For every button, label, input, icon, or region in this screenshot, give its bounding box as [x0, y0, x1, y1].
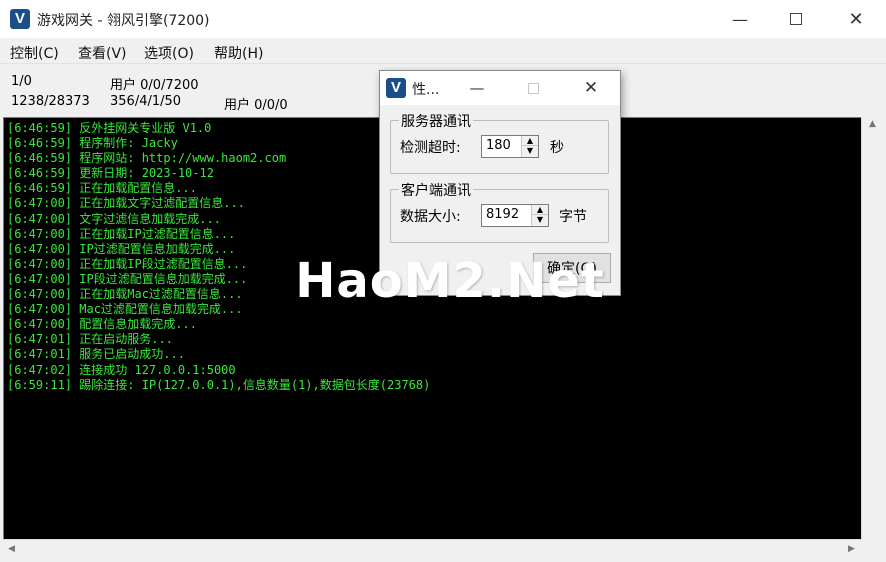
log-message: 文字过滤信息加载完成...: [72, 211, 221, 226]
log-line: [6:46:59] 程序制作: Jacky: [7, 136, 430, 151]
log-timestamp: [6:47:00]: [7, 271, 73, 286]
thread-stats: 356/4/1/50: [110, 94, 182, 109]
log-timestamp: [6:47:02]: [7, 362, 73, 377]
dialog-app-icon: V: [386, 78, 406, 98]
log-line: [6:46:59] 更新日期: 2023-10-12: [7, 166, 430, 181]
scroll-right-arrow-icon[interactable]: ▶: [848, 544, 855, 554]
timeout-up-arrow-icon[interactable]: ▲: [522, 136, 538, 146]
scroll-up-arrow-icon[interactable]: ▲: [869, 119, 876, 129]
log-line: [6:46:59] 反外挂网关专业版 V1.0: [7, 121, 430, 136]
log-timestamp: [6:47:01]: [7, 347, 73, 362]
log-timestamp: [6:47:00]: [7, 226, 73, 241]
user-capacity: 用户 0/0/7200: [110, 78, 199, 93]
watermark: HaoM2.Net: [295, 253, 605, 309]
size-label: 数据大小:: [400, 209, 461, 225]
log-line: [6:46:59] 程序网站: http://www.haom2.com: [7, 151, 430, 166]
log-line: [6:47:00] 文字过滤信息加载完成...: [7, 212, 430, 227]
log-timestamp: [6:47:01]: [7, 332, 73, 347]
menu-bar: 控制(C) 查看(V) 选项(O) 帮助(H): [0, 38, 886, 64]
log-timestamp: [6:47:00]: [7, 302, 73, 317]
size-value[interactable]: 8192: [486, 207, 519, 222]
server-comm-label: 服务器通讯: [399, 111, 473, 131]
horizontal-scrollbar[interactable]: ◀ ▶: [3, 539, 861, 559]
log-message: 正在加载配置信息...: [72, 181, 197, 196]
size-down-arrow-icon[interactable]: ▼: [532, 215, 548, 225]
timeout-down-arrow-icon[interactable]: ▼: [522, 146, 538, 156]
log-message: 正在启动服务...: [72, 332, 173, 347]
connection-count: 1/0: [11, 74, 32, 89]
log-message: 程序网站: http://www.haom2.com: [72, 151, 287, 166]
log-timestamp: [6:46:59]: [7, 151, 73, 166]
log-message: 配置信息加载完成...: [72, 317, 197, 332]
title-bar: V 游戏网关 - 翎风引擎(7200) — ✕: [0, 0, 886, 38]
menu-help[interactable]: 帮助(H): [214, 43, 263, 63]
log-line: [6:46:59] 正在加载配置信息...: [7, 181, 430, 196]
log-message: 程序制作: Jacky: [72, 136, 178, 151]
traffic-count: 1238/28373: [11, 94, 90, 109]
log-timestamp: [6:59:11]: [7, 377, 73, 392]
log-line: [6:47:02] 连接成功 127.0.0.1:5000: [7, 363, 430, 378]
window-title: 游戏网关 - 翎风引擎(7200): [37, 13, 210, 29]
log-message: 正在加载Mac过滤配置信息...: [72, 287, 243, 302]
log-message: Mac过滤配置信息加载完成...: [72, 302, 243, 317]
menu-options[interactable]: 选项(O): [144, 43, 194, 63]
log-message: 服务已启动成功...: [72, 347, 185, 362]
log-timestamp: [6:47:00]: [7, 211, 73, 226]
log-message: 连接成功 127.0.0.1:5000: [72, 362, 236, 377]
log-timestamp: [6:46:59]: [7, 166, 73, 181]
dialog-title: 性...: [412, 82, 440, 98]
size-spin-buttons: ▲ ▼: [531, 205, 548, 226]
menu-control[interactable]: 控制(C): [10, 43, 59, 63]
log-line: [6:47:00] 配置信息加载完成...: [7, 317, 430, 332]
log-message: 正在加载文字过滤配置信息...: [72, 196, 245, 211]
maximize-button[interactable]: [768, 0, 824, 38]
timeout-label: 检测超时:: [400, 140, 461, 156]
scroll-corner: [861, 539, 883, 559]
log-message: 反外挂网关专业版 V1.0: [72, 121, 212, 135]
dialog-maximize-icon: [527, 82, 539, 94]
log-message: 正在加载IP段过滤配置信息...: [72, 256, 248, 271]
log-timestamp: [6:47:00]: [7, 287, 73, 302]
dialog-minimize-button[interactable]: —: [454, 71, 500, 105]
log-message: 踢除连接: IP(127.0.0.1),信息数量(1),数据包长度(23768): [72, 377, 431, 392]
client-comm-group: 客户端通讯 数据大小: 8192 ▲ ▼ 字节: [390, 180, 609, 243]
log-timestamp: [6:46:59]: [7, 181, 73, 196]
app-icon: V: [10, 9, 30, 29]
timeout-value[interactable]: 180: [486, 138, 511, 153]
log-message: 更新日期: 2023-10-12: [72, 166, 214, 181]
log-timestamp: [6:47:00]: [7, 256, 73, 271]
dialog-title-bar: V 性... — ✕: [380, 71, 620, 105]
log-line: [6:47:00] 正在加载文字过滤配置信息...: [7, 196, 430, 211]
log-line: [6:47:00] 正在加载IP过滤配置信息...: [7, 227, 430, 242]
close-button[interactable]: ✕: [828, 0, 884, 38]
log-timestamp: [6:46:59]: [7, 136, 73, 151]
size-unit: 字节: [559, 209, 587, 225]
timeout-spinner[interactable]: 180 ▲ ▼: [481, 135, 539, 158]
log-timestamp: [6:47:00]: [7, 196, 73, 211]
log-timestamp: [6:46:59]: [7, 121, 73, 135]
size-up-arrow-icon[interactable]: ▲: [532, 205, 548, 215]
vertical-scrollbar[interactable]: ▲: [861, 117, 883, 539]
maximize-icon: [790, 13, 802, 25]
log-line: [6:47:01] 服务已启动成功...: [7, 347, 430, 362]
log-timestamp: [6:47:00]: [7, 241, 73, 256]
log-line: [6:59:11] 踢除连接: IP(127.0.0.1),信息数量(1),数据…: [7, 378, 430, 393]
timeout-unit: 秒: [550, 140, 564, 156]
dialog-close-button[interactable]: ✕: [568, 71, 614, 105]
timeout-spin-buttons: ▲ ▼: [521, 136, 538, 157]
log-message: IP过滤配置信息加载完成...: [72, 241, 236, 256]
user-stats: 用户 0/0/0: [224, 98, 288, 113]
size-spinner[interactable]: 8192 ▲ ▼: [481, 204, 549, 227]
client-comm-label: 客户端通讯: [399, 180, 473, 200]
server-comm-group: 服务器通讯 检测超时: 180 ▲ ▼ 秒: [390, 111, 609, 174]
log-message: IP段过滤配置信息加载完成...: [72, 271, 248, 286]
minimize-button[interactable]: —: [712, 0, 768, 38]
menu-view[interactable]: 查看(V): [78, 43, 127, 63]
log-timestamp: [6:47:00]: [7, 317, 73, 332]
dialog-maximize-button: [510, 71, 556, 105]
log-message: 正在加载IP过滤配置信息...: [72, 226, 236, 241]
scroll-left-arrow-icon[interactable]: ◀: [8, 544, 15, 554]
log-line: [6:47:01] 正在启动服务...: [7, 332, 430, 347]
